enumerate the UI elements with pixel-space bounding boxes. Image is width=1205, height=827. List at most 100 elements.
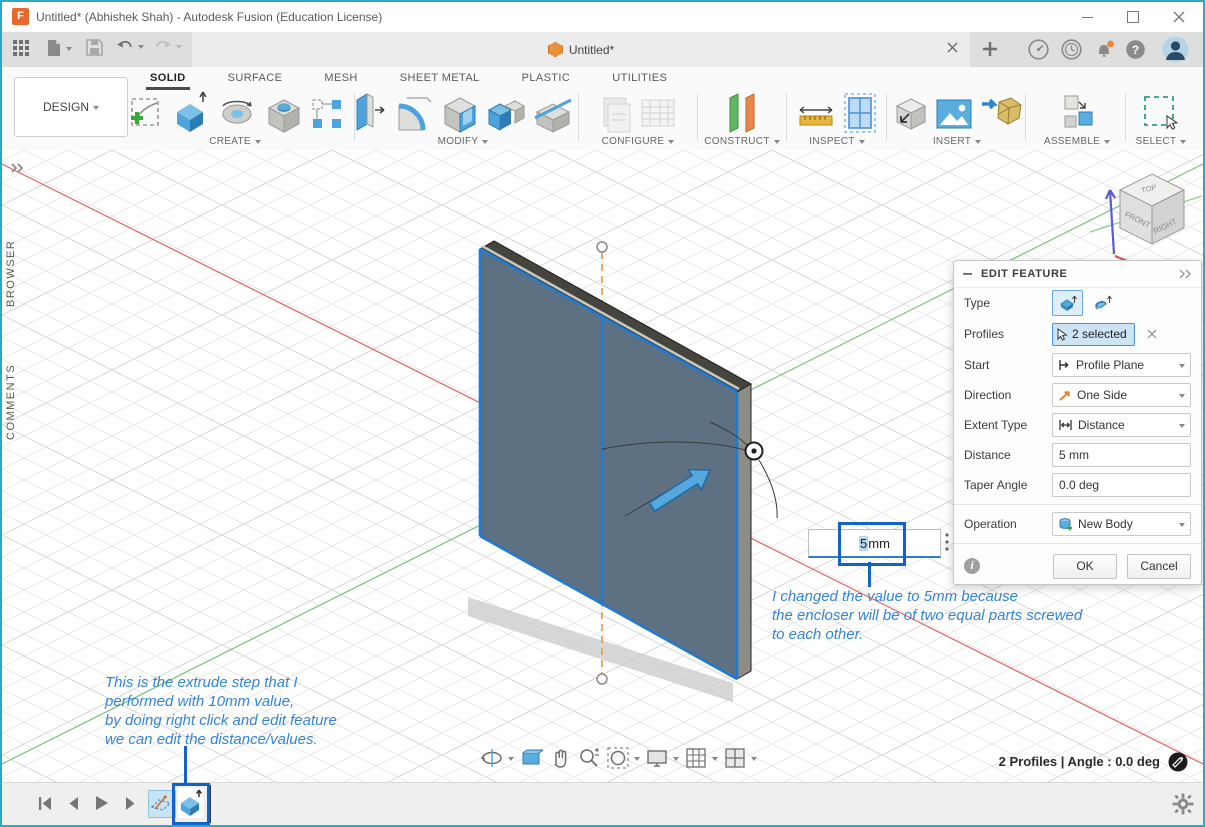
clear-selection-icon[interactable] [1147, 329, 1157, 339]
tab-surface[interactable]: SURFACE [214, 70, 297, 90]
extent-type-label: Extent Type [964, 418, 1028, 432]
help-button[interactable]: ? [1125, 39, 1146, 60]
type-thin-extrude-button[interactable] [1087, 290, 1118, 316]
grid-settings-button[interactable] [684, 746, 718, 770]
extrude-icon[interactable] [169, 90, 211, 134]
zoom-button[interactable] [577, 746, 601, 770]
job-status-button[interactable] [1061, 39, 1082, 60]
sidebar-tab-comments[interactable]: COMMENTS [5, 335, 17, 440]
fillet-icon[interactable] [393, 92, 435, 134]
group-modify-label[interactable]: MODIFY [438, 136, 479, 147]
more-options-icon[interactable] [944, 532, 950, 552]
canvas-icon[interactable] [933, 94, 975, 134]
skip-to-start-icon[interactable] [38, 796, 53, 811]
split-body-icon[interactable] [531, 96, 575, 134]
caret-down-icon [254, 140, 261, 147]
tab-plastic[interactable]: PLASTIC [508, 70, 585, 90]
edit-feature-dialog: EDIT FEATURE Type Profiles 2 selected St… [953, 260, 1202, 585]
create-sketch-icon[interactable] [125, 94, 165, 134]
combine-icon[interactable] [485, 94, 527, 134]
type-one-side-button[interactable] [1052, 290, 1083, 316]
measure-icon[interactable] [795, 94, 837, 134]
group-inspect-label[interactable]: INSPECT [809, 136, 854, 147]
step-back-icon[interactable] [66, 796, 81, 811]
operation-dropdown[interactable]: New Body [1052, 512, 1191, 536]
group-construct-label[interactable]: CONSTRUCT [704, 136, 769, 147]
selection-status: 2 Profiles | Angle : 0.0 deg [998, 754, 1160, 769]
taper-angle-input[interactable]: 0.0 deg [1052, 473, 1191, 497]
mark-menu-icon[interactable] [1168, 752, 1188, 772]
distance-input[interactable]: 5 mm [1052, 443, 1191, 467]
tab-mesh[interactable]: MESH [310, 70, 371, 90]
collapse-icon[interactable] [963, 269, 973, 279]
rectangular-pattern-icon[interactable] [309, 94, 345, 134]
workspace-selector[interactable]: DESIGN [14, 77, 128, 137]
tab-utilities[interactable]: UTILITIES [598, 70, 681, 90]
play-icon[interactable] [94, 795, 110, 811]
look-at-button[interactable] [519, 746, 543, 770]
pan-button[interactable] [548, 746, 572, 770]
group-select-label[interactable]: SELECT [1136, 136, 1177, 147]
viewports-button[interactable] [723, 746, 757, 770]
settings-gear-icon[interactable] [1172, 793, 1194, 815]
expand-panel-icon[interactable] [10, 160, 24, 178]
file-menu-button[interactable] [46, 39, 72, 57]
tab-solid[interactable]: SOLID [136, 70, 200, 90]
sketch-point-handle-bottom[interactable] [596, 673, 608, 685]
close-icon [947, 42, 958, 53]
revolve-icon[interactable] [215, 94, 259, 134]
group-insert-label[interactable]: INSERT [933, 136, 971, 147]
configuration-table-icon[interactable] [638, 94, 678, 134]
dock-chevrons-icon[interactable] [1178, 269, 1192, 279]
tab-sheet-metal[interactable]: SHEET METAL [386, 70, 494, 90]
close-button[interactable] [1162, 6, 1196, 28]
document-tab[interactable]: Untitled* [192, 32, 970, 67]
hole-icon[interactable] [263, 94, 305, 134]
ok-button[interactable]: OK [1053, 553, 1117, 579]
insert-mesh-icon[interactable] [979, 92, 1025, 134]
row-taper: Taper Angle 0.0 deg [954, 470, 1201, 500]
extent-type-dropdown[interactable]: Distance [1052, 413, 1191, 437]
profiles-selection-chip[interactable]: 2 selected [1052, 322, 1135, 346]
step-forward-icon[interactable] [123, 796, 138, 811]
select-box-icon[interactable] [1140, 92, 1182, 134]
new-component-icon[interactable] [1057, 92, 1097, 134]
caret-down-icon [858, 140, 865, 147]
app-grid-icon[interactable] [12, 39, 30, 57]
dialog-header[interactable]: EDIT FEATURE [954, 261, 1201, 288]
maximize-button[interactable] [1116, 6, 1150, 28]
display-settings-button[interactable] [645, 746, 679, 770]
extrude-type-icon [1059, 295, 1077, 311]
sidebar-tab-browser[interactable]: BROWSER [5, 212, 17, 307]
viewport-canvas[interactable]: 5.0 TOP FRONT RIGHT BROWSER COMMENTS 5 m… [2, 150, 1203, 782]
title-bar: F Untitled* (Abhishek Shah) - Autodesk F… [2, 2, 1203, 32]
avatar[interactable] [1162, 36, 1189, 63]
group-configure-label[interactable]: CONFIGURE [602, 136, 665, 147]
sketch-point-handle-top[interactable] [596, 241, 608, 253]
notifications-button[interactable] [1094, 39, 1115, 60]
plus-icon [983, 42, 997, 56]
derive-icon[interactable] [889, 92, 929, 134]
cancel-button[interactable]: Cancel [1127, 553, 1191, 579]
save-button[interactable] [86, 39, 103, 56]
press-pull-icon[interactable] [351, 90, 389, 134]
close-icon [1173, 11, 1185, 23]
section-analysis-icon[interactable] [841, 92, 879, 134]
start-dropdown[interactable]: Profile Plane [1052, 353, 1191, 377]
caret-down-icon [482, 140, 489, 147]
configuration-icon[interactable] [598, 94, 634, 134]
extensions-button[interactable] [1028, 39, 1049, 60]
direction-dropdown[interactable]: One Side [1052, 383, 1191, 407]
group-assemble-label[interactable]: ASSEMBLE [1044, 136, 1100, 147]
redo-button[interactable] [154, 39, 182, 54]
undo-button[interactable] [116, 39, 144, 54]
close-tab-button[interactable] [947, 42, 958, 56]
group-create-label[interactable]: CREATE [209, 136, 251, 147]
new-tab-button[interactable] [982, 41, 998, 57]
construction-plane-icon[interactable] [720, 90, 764, 134]
info-icon[interactable]: i [964, 558, 980, 574]
minimize-button[interactable] [1070, 6, 1104, 28]
fit-button[interactable] [606, 746, 640, 770]
orbit-button[interactable] [480, 746, 514, 770]
shell-icon[interactable] [439, 92, 481, 134]
